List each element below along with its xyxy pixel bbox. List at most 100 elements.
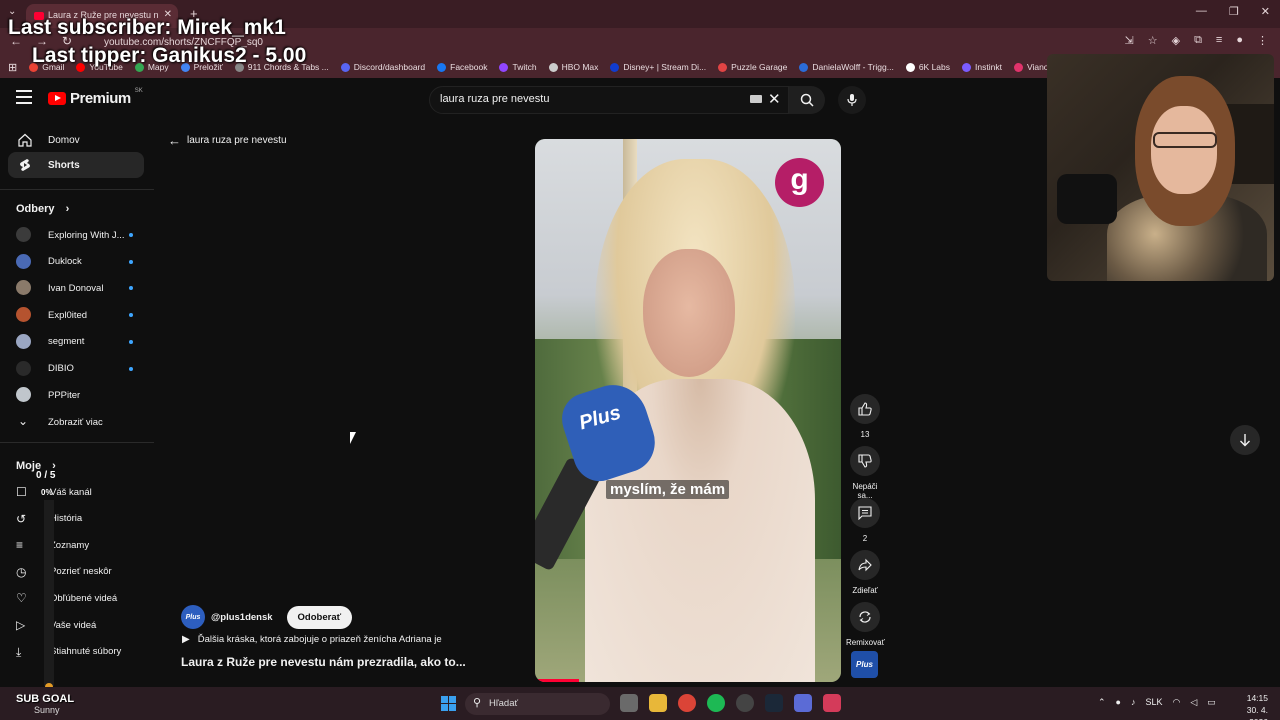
remix-label: Remixovať [846, 638, 885, 647]
file-explorer-icon[interactable] [649, 694, 667, 712]
maximize-icon[interactable]: ❐ [1229, 5, 1239, 18]
obs-icon[interactable] [736, 694, 754, 712]
sidebar-item-subscription[interactable]: Ivan Donoval [16, 277, 136, 299]
voice-search-button[interactable] [838, 86, 866, 114]
sidebar-item-subscription[interactable]: PPPiter [16, 384, 136, 406]
bookmark-label: Twitch [512, 62, 537, 72]
steam-icon[interactable] [765, 694, 783, 712]
app-diamond-icon[interactable] [794, 694, 812, 712]
subscription-name: Exploring With J... [48, 229, 125, 241]
sidebar-item-my[interactable]: ↺ História [16, 508, 146, 530]
more-menu-icon[interactable]: ⋮ [1257, 34, 1268, 47]
bookmark-star-icon[interactable]: ☆ [1148, 34, 1158, 47]
channel-avatar[interactable]: Plus [181, 605, 205, 629]
chrome-icon[interactable] [678, 694, 696, 712]
profile-avatar[interactable]: ● [1236, 34, 1243, 47]
guide-menu-button[interactable] [16, 90, 32, 104]
sidebar-item-subscription[interactable]: Exploring With J... [16, 224, 136, 246]
bookmark-favicon-icon [718, 62, 728, 72]
search-button[interactable] [789, 86, 825, 114]
sidebar-item-shorts[interactable]: Shorts [8, 152, 144, 178]
wifi-icon[interactable]: ◠ [1173, 697, 1181, 708]
minimize-icon[interactable]: — [1196, 5, 1207, 18]
subscriptions-title[interactable]: Odbery › [16, 203, 69, 215]
bookmark-item[interactable]: DanielaWolff - Trigg... [799, 62, 894, 72]
bookmark-item[interactable]: Discord/dashboard [340, 62, 425, 72]
sidebar-item-my[interactable]: ◷ Pozrieť neskôr [16, 561, 146, 583]
bookmark-label: 6K Labs [918, 62, 951, 72]
back-to-results[interactable]: ← laura ruza pre nevestu [168, 133, 287, 148]
close-window-icon[interactable]: ✕ [1261, 5, 1270, 18]
bookmark-item[interactable]: Twitch [499, 62, 537, 72]
sidebar-item-home[interactable]: Domov [8, 127, 144, 153]
new-content-dot-icon [129, 233, 133, 237]
next-short-button[interactable] [1230, 425, 1260, 455]
language-indicator[interactable]: SLK [1145, 697, 1162, 708]
install-icon[interactable]: ⇲ [1125, 34, 1134, 47]
taskbar-apps [620, 694, 841, 712]
bookmark-item[interactable]: Disney+ | Stream Di... [610, 62, 706, 72]
spotify-icon[interactable] [707, 694, 725, 712]
extensions-puzzle-icon[interactable]: ⧉ [1194, 34, 1202, 47]
extension-icon[interactable]: ◈ [1172, 34, 1180, 47]
battery-icon[interactable]: ▭ [1207, 697, 1216, 708]
tray-app-icon[interactable]: ● [1116, 697, 1121, 708]
media-icon[interactable]: ≡ [1216, 34, 1222, 47]
dislike-button[interactable] [850, 446, 880, 476]
like-action[interactable]: 13 [846, 394, 884, 439]
remix-button[interactable] [850, 602, 880, 632]
sidebar-item-label: Domov [48, 134, 80, 146]
show-more-button[interactable]: ⌄ Zobraziť viac [16, 411, 136, 433]
app-pin-icon[interactable] [823, 694, 841, 712]
subscribe-button[interactable]: Odoberať [286, 605, 353, 629]
show-more-label: Zobraziť viac [48, 416, 103, 428]
channel-handle[interactable]: @plus1densk [211, 612, 273, 623]
channel-thumbnail[interactable]: Plus [851, 651, 878, 678]
like-button[interactable] [850, 394, 880, 424]
last-subscriber-overlay: Last subscriber: Mirek_mk1 [8, 16, 286, 39]
liked-videos-icon: ♡ [16, 591, 27, 606]
bookmark-item[interactable]: 6K Labs [905, 62, 951, 72]
bookmark-item[interactable]: Puzzle Garage [718, 62, 787, 72]
sidebar-item-subscription[interactable]: Duklock [16, 251, 136, 273]
video-title[interactable]: Laura z Ruže pre nevestu nám prezradila,… [181, 655, 466, 669]
sidebar-item-my[interactable]: ⤓ Stiahnuté súbory [16, 641, 146, 663]
comments-action[interactable]: 2 [846, 498, 884, 543]
channel-watermark: g [775, 158, 824, 207]
volume-icon[interactable]: ◁ [1190, 697, 1197, 708]
sidebar-item-my[interactable]: ≡ Zoznamy [16, 534, 146, 556]
browser-toolbar-right: ⇲ ☆ ◈ ⧉ ≡ ● ⋮ [1125, 34, 1269, 47]
keyboard-icon[interactable] [750, 95, 762, 103]
system-tray: ⌃ ● ♪ SLK ◠ ◁ ▭ [1098, 697, 1216, 708]
sidebar-item-subscription[interactable]: Expl0ited [16, 304, 136, 326]
description-row[interactable]: ▶ Ďalšia kráska, ktorá zabojuje o priaze… [182, 634, 442, 645]
playlists-icon: ≡ [16, 538, 24, 553]
comments-button[interactable] [850, 498, 880, 528]
remix-action[interactable]: Remixovať [846, 602, 885, 647]
bookmark-item[interactable]: HBO Max [548, 62, 598, 72]
sidebar-item-subscription[interactable]: segment [16, 331, 136, 353]
short-video-player[interactable]: Plus g myslím, že mám [535, 139, 841, 682]
logo-region: SK [134, 87, 143, 94]
apps-grid-icon[interactable]: ⊞ [8, 61, 17, 74]
sidebar-item-my[interactable]: ♡ Obľúbené videá [16, 587, 146, 609]
bookmark-item[interactable]: Facebook [437, 62, 487, 72]
subscription-name: Ivan Donoval [48, 282, 104, 294]
search-input[interactable]: laura ruza pre nevestu [429, 86, 789, 114]
taskbar-search[interactable]: Hľadať [465, 693, 610, 715]
clear-search-icon[interactable]: ✕ [768, 90, 781, 108]
video-progress-bar[interactable] [535, 679, 579, 682]
tray-chevron-icon[interactable]: ⌃ [1098, 697, 1106, 708]
youtube-premium-logo[interactable]: Premium SK [48, 87, 143, 107]
windows-start-button[interactable] [441, 696, 456, 711]
bookmark-favicon-icon [799, 62, 809, 72]
sidebar-item-my[interactable]: ▷ Vaše videá [16, 614, 146, 636]
share-action[interactable]: Zdieľať [846, 550, 884, 595]
bookmark-item[interactable]: Instinkt [962, 62, 1002, 72]
share-button[interactable] [850, 550, 880, 580]
task-view-icon[interactable] [620, 694, 638, 712]
sidebar-item-subscription[interactable]: DIBIO [16, 358, 136, 380]
tray-mic-icon[interactable]: ♪ [1131, 697, 1136, 708]
dislike-action[interactable]: Nepáči sa... [846, 446, 884, 500]
taskbar-clock[interactable]: 14:15 30. 4. 2026 [1228, 692, 1268, 720]
